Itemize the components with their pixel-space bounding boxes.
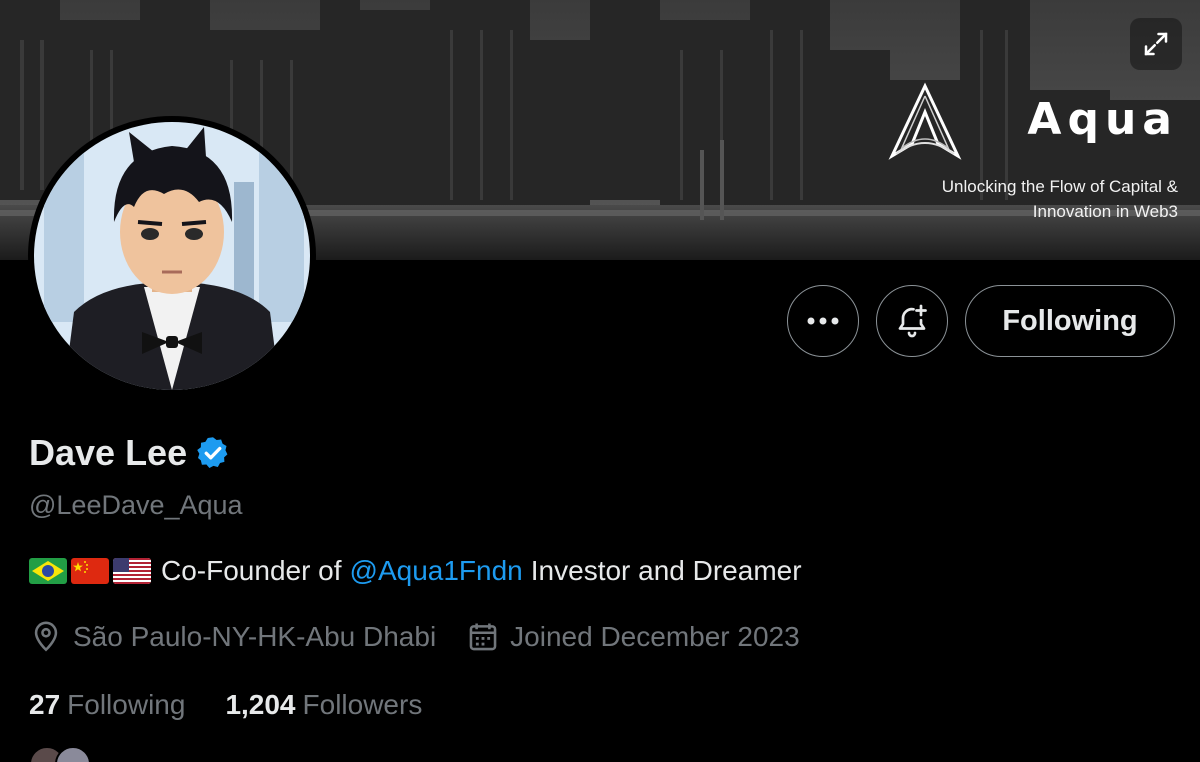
following-button[interactable]: Following	[965, 285, 1175, 357]
verified-badge-icon[interactable]	[195, 435, 231, 471]
display-name: Dave Lee	[29, 432, 188, 473]
follower-avatar	[55, 746, 91, 762]
more-options-button[interactable]	[787, 285, 859, 357]
user-handle: @LeeDave_Aqua	[29, 490, 243, 520]
brand-name: Aqua	[1027, 94, 1178, 145]
follow-stats: 27 Following 1,204 Followers	[29, 689, 462, 721]
profile-avatar[interactable]	[28, 116, 316, 396]
brazil-flag-icon	[29, 558, 67, 584]
usa-flag-icon	[113, 558, 151, 584]
calendar-icon	[469, 623, 497, 651]
name-row: Dave Lee	[29, 432, 231, 474]
joined-item: Joined December 2023	[466, 620, 800, 654]
following-count: 27	[29, 689, 61, 720]
location-item: São Paulo-NY-HK-Abu Dhabi	[29, 620, 436, 654]
brand-tagline: Unlocking the Flow of Capital & Innovati…	[878, 174, 1178, 224]
followers-label: Followers	[302, 689, 423, 720]
aqua-logo-icon	[888, 82, 962, 160]
bio-text-prefix: Co-Founder of	[161, 555, 342, 586]
brand-tagline-line1: Unlocking the Flow of Capital &	[941, 177, 1178, 196]
bio-mention-link[interactable]: @Aqua1Fndn	[350, 555, 523, 587]
profile-bio: Co-Founder of @Aqua1Fndn Investor and Dr…	[29, 555, 802, 587]
location-text: São Paulo-NY-HK-Abu Dhabi	[73, 621, 437, 652]
followers-count: 1,204	[225, 689, 296, 720]
more-icon	[807, 317, 839, 325]
bell-plus-icon	[898, 304, 927, 338]
following-label: Following	[67, 689, 186, 720]
followers-count-link[interactable]: 1,204 Followers	[225, 689, 422, 721]
expand-banner-button[interactable]	[1130, 18, 1182, 70]
profile-meta: São Paulo-NY-HK-Abu Dhabi Joined Decembe…	[29, 620, 830, 654]
expand-icon	[1144, 32, 1168, 56]
bio-text-suffix: Investor and Dreamer	[530, 555, 802, 586]
location-pin-icon	[34, 621, 58, 652]
brand-tagline-line2: Innovation in Web3	[1032, 202, 1178, 221]
aqua-brand-block: Aqua Unlocking the Flow of Capital & Inn…	[878, 82, 1178, 222]
notifications-button[interactable]	[876, 285, 948, 357]
avatar-illustration	[34, 122, 310, 390]
following-count-link[interactable]: 27 Following	[29, 689, 185, 721]
followed-by-row[interactable]	[29, 746, 929, 762]
joined-date-text: Joined December 2023	[510, 621, 800, 652]
china-flag-icon	[71, 558, 109, 584]
